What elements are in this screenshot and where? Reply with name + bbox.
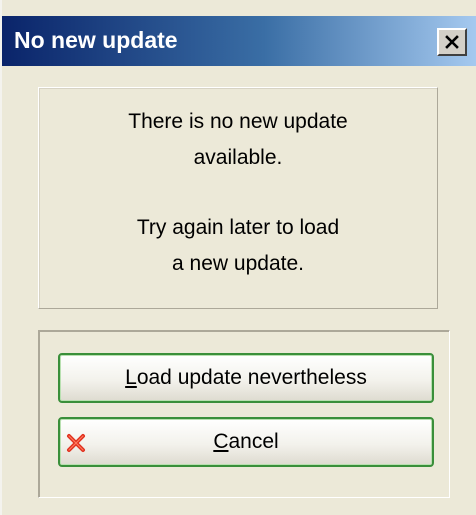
load-update-button[interactable]: Load update nevertheless [58,353,434,403]
message-line-2: available. [193,146,283,169]
cancel-label: Cancel [60,419,432,465]
button-group: Load update nevertheless Cancel [38,330,450,498]
window-title: No new update [14,27,178,53]
title-bar[interactable]: No new update [2,16,476,66]
message-panel: There is no new update available. Try ag… [38,87,438,309]
message-line-4: a new update. [172,252,304,275]
message-line-3: Try again later to load [136,216,340,239]
cancel-button[interactable]: Cancel [58,417,434,467]
load-update-label: Load update nevertheless [60,355,432,401]
dialog-window: No new update There is no new update ava… [0,0,476,515]
cancel-mnemonic: C [213,430,229,453]
message-line-1: There is no new update [128,110,348,133]
load-label-rest: oad update nevertheless [136,366,367,389]
close-button[interactable] [437,28,467,56]
close-icon [445,35,459,49]
load-mnemonic: L [125,366,137,389]
cancel-label-rest: ancel [228,430,279,453]
